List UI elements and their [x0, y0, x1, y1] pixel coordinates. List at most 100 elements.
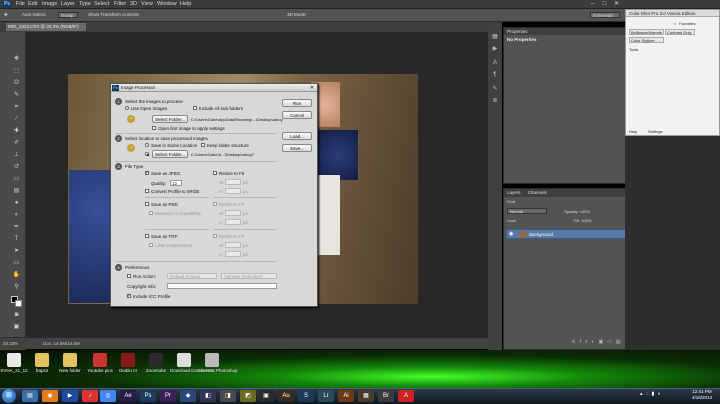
- max-compat-checkbox[interactable]: [149, 211, 153, 215]
- use-open-images-radio[interactable]: [125, 106, 129, 110]
- marquee-tool-icon[interactable]: ⬚: [12, 68, 21, 75]
- jpeg-width-input[interactable]: [225, 179, 241, 185]
- same-location-radio[interactable]: [145, 143, 149, 147]
- jpeg-resize-label[interactable]: Resize to Fit: [219, 171, 244, 176]
- close-icon[interactable]: ✕: [612, 1, 621, 8]
- history-panel-icon[interactable]: ▦: [491, 34, 499, 41]
- run-action-checkbox[interactable]: [127, 274, 131, 278]
- lasso-tool-icon[interactable]: ʘ: [12, 80, 21, 87]
- screen-mode-icon[interactable]: ▣: [12, 324, 21, 331]
- taskbar-app3-icon[interactable]: ◩: [240, 390, 256, 402]
- auto-select-label[interactable]: Auto-Select:: [22, 12, 47, 17]
- character-panel-icon[interactable]: A: [491, 60, 499, 67]
- pen-tool-icon[interactable]: ✒: [12, 224, 21, 231]
- keep-structure-checkbox[interactable]: [201, 143, 205, 147]
- gradient-tool-icon[interactable]: ▤: [12, 188, 21, 195]
- brush-tool-icon[interactable]: ✐: [12, 140, 21, 147]
- menu-select[interactable]: Select: [94, 1, 109, 8]
- filter-brilliance-warmth[interactable]: Brilliance/Warmth: [629, 29, 664, 35]
- select-dest-folder-radio[interactable]: [145, 152, 149, 156]
- taskbar-clock[interactable]: 12:41 PM 4/18/2013: [686, 389, 718, 401]
- menu-filter[interactable]: Filter: [114, 1, 126, 8]
- brush-panel-icon[interactable]: ✎: [491, 86, 499, 93]
- run-button[interactable]: Run: [282, 99, 312, 107]
- taskbar-skype-icon[interactable]: S: [298, 390, 314, 402]
- tiff-resize-label[interactable]: Resize to Fit: [219, 234, 244, 239]
- paragraph-panel-icon[interactable]: ¶: [491, 72, 499, 79]
- jpeg-height-input[interactable]: [225, 188, 241, 194]
- taskbar-chrome-icon[interactable]: ◎: [100, 390, 116, 402]
- eyedropper-tool-icon[interactable]: ⁄: [12, 116, 21, 123]
- copyright-input[interactable]: [167, 283, 277, 289]
- settings-link[interactable]: Settings: [648, 129, 662, 134]
- dodge-tool-icon[interactable]: ◐: [12, 212, 21, 219]
- menu-3d[interactable]: 3D: [130, 1, 137, 8]
- include-icc-checkbox[interactable]: [127, 293, 131, 299]
- system-tray-icons[interactable]: ▴◌▮◖: [640, 391, 663, 397]
- keep-structure-label[interactable]: Keep folder structure: [207, 143, 249, 148]
- taskbar-lightroom-icon[interactable]: Lr: [318, 390, 334, 402]
- action-set-select[interactable]: Default Actions: [167, 273, 217, 279]
- taskbar-firefox-icon[interactable]: ◉: [42, 390, 58, 402]
- psd-width-input[interactable]: [225, 210, 241, 216]
- eye-icon[interactable]: ◉: [509, 231, 513, 237]
- select-dest-folder-button[interactable]: Select Folder...: [152, 150, 188, 158]
- desktop-icon-svha[interactable]: SVHA_21_12: [0, 353, 28, 373]
- zoom-level[interactable]: 33.33%: [3, 341, 18, 346]
- open-first-image-checkbox[interactable]: [152, 126, 156, 130]
- start-button-icon[interactable]: ⊞: [2, 389, 16, 403]
- show-transform-checkbox[interactable]: Show Transform Controls: [88, 12, 139, 17]
- doc-size[interactable]: Doc: 14.0M/14.0M: [43, 341, 80, 346]
- include-subfolders-label[interactable]: Include All sub-folders: [199, 106, 243, 111]
- filter-color-stylizer[interactable]: Color Stylizer: [629, 37, 664, 43]
- layer-kind-filter[interactable]: Kind: [507, 199, 515, 204]
- layers-footer-icons[interactable]: ⊘fx◐▣▭▤🗑︎: [507, 339, 635, 347]
- quick-mask-icon[interactable]: ◙: [12, 312, 21, 319]
- properties-panel-title[interactable]: Properties: [504, 28, 637, 35]
- convert-srgb-checkbox[interactable]: [145, 189, 149, 193]
- convert-srgb-label[interactable]: Convert Profile to sRGB: [151, 189, 199, 194]
- max-compat-label[interactable]: Maximize Compatibility: [155, 211, 201, 216]
- psd-resize-label[interactable]: Resize to Fit: [219, 202, 244, 207]
- help-link[interactable]: Help: [629, 129, 637, 134]
- taskbar-game-icon[interactable]: ◆: [180, 390, 196, 402]
- minimize-icon[interactable]: –: [588, 1, 597, 8]
- taskbar-media-icon[interactable]: ▶: [62, 390, 78, 402]
- psd-resize-checkbox[interactable]: [213, 202, 217, 206]
- select-source-folder-button[interactable]: Select Folder...: [152, 115, 188, 123]
- hand-tool-icon[interactable]: ✋: [12, 272, 21, 279]
- save-tiff-label[interactable]: Save as TIFF: [151, 234, 178, 239]
- taskbar-app4-icon[interactable]: ▣: [258, 390, 274, 402]
- run-action-label[interactable]: Run Action:: [133, 274, 156, 279]
- eraser-tool-icon[interactable]: ▭: [12, 176, 21, 183]
- blur-tool-icon[interactable]: ●: [12, 200, 21, 207]
- taskbar-acrobat-icon[interactable]: A: [398, 390, 414, 402]
- tools-section[interactable]: Tools: [629, 47, 638, 52]
- save-psd-checkbox[interactable]: [145, 202, 149, 206]
- same-location-label[interactable]: Save in Same Location: [151, 143, 197, 148]
- taskbar-app5-icon[interactable]: ▦: [358, 390, 374, 402]
- desktop-icon-fraps[interactable]: fraps2: [28, 353, 56, 373]
- menu-window[interactable]: Window: [157, 1, 177, 8]
- save-jpeg-checkbox[interactable]: [145, 170, 149, 176]
- taskbar-bridge-icon[interactable]: Br: [378, 390, 394, 402]
- taskbar-after-effects-icon[interactable]: Ae: [120, 390, 136, 402]
- desktop-icon-diablo[interactable]: Diablo III: [114, 353, 142, 373]
- layer-row-background[interactable]: ◉ Background 🔒︎: [506, 229, 635, 239]
- taskbar-app-icon[interactable]: ◧: [200, 390, 216, 402]
- maximize-icon[interactable]: □: [600, 1, 609, 8]
- shape-tool-icon[interactable]: ▭: [12, 260, 21, 267]
- move-tool-icon[interactable]: ✥: [12, 56, 21, 63]
- desktop-icon-photoshop[interactable]: Shortcut Photoshop: [198, 353, 238, 373]
- workspace-select[interactable]: Essentials: [590, 12, 620, 18]
- clone-source-panel-icon[interactable]: ⊕: [491, 98, 499, 105]
- tab-layers[interactable]: Layers: [507, 189, 521, 197]
- menu-file[interactable]: File: [16, 1, 25, 8]
- zoom-tool-icon[interactable]: ⚲: [12, 284, 21, 291]
- tiff-height-input[interactable]: [225, 251, 241, 257]
- lzw-checkbox[interactable]: [149, 243, 153, 247]
- save-jpeg-label[interactable]: Save as JPEG: [151, 171, 180, 176]
- desktop-icon-youtube-pics[interactable]: Youtube pics: [86, 353, 114, 373]
- taskbar-premiere-icon[interactable]: Pr: [160, 390, 176, 402]
- menu-edit[interactable]: Edit: [28, 1, 37, 8]
